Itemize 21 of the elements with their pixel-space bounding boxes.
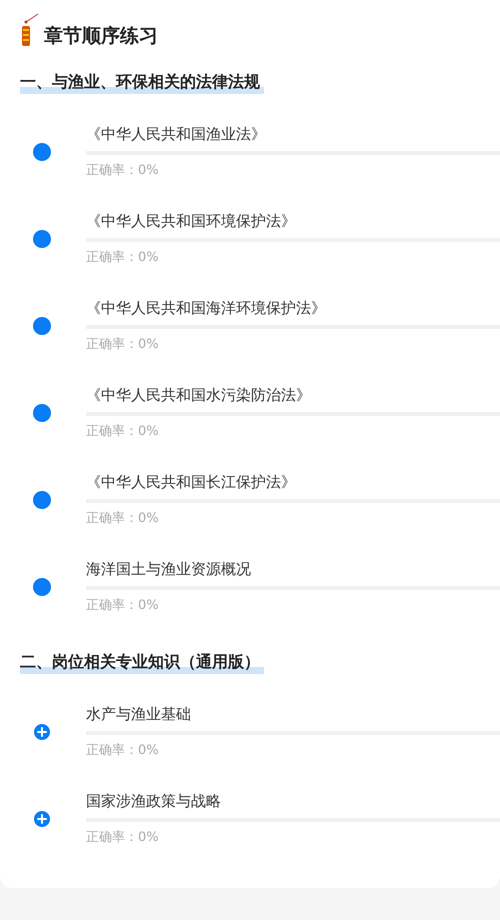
accuracy-text: 正确率：0% — [86, 249, 160, 267]
chapter-title[interactable]: 《中华人民共和国渔业法》 — [86, 122, 500, 145]
plus-circle-icon[interactable] — [34, 810, 50, 826]
chapter-title[interactable]: 海洋国土与渔业资源概况 — [86, 558, 500, 580]
chapter-title[interactable]: 国家涉渔政策与战略 — [86, 790, 500, 812]
chapter-title[interactable]: 《中华人民共和国长江保护法》 — [86, 470, 500, 493]
accuracy-text: 正确率：0% — [86, 336, 160, 354]
accuracy-text: 正确率：0% — [86, 510, 160, 528]
chapter-title[interactable]: 《中华人民共和国水污染防治法》 — [86, 384, 500, 406]
accuracy-text: 正确率：0% — [86, 597, 160, 615]
section-heading: 一、与渔业、环保相关的法律法规 — [20, 70, 264, 94]
chapter-title[interactable]: 《中华人民共和国海洋环境保护法》 — [86, 296, 500, 319]
accuracy-text: 正确率：0% — [86, 742, 160, 760]
section-heading: 二、岗位相关专业知识（通用版） — [20, 650, 264, 674]
page-title: 章节顺序练习 — [44, 24, 158, 48]
chapter-title[interactable]: 水产与渔业基础 — [86, 702, 500, 725]
plus-circle-icon[interactable] — [34, 724, 50, 740]
chapter-title[interactable]: 《中华人民共和国环境保护法》 — [86, 210, 500, 232]
accuracy-text: 正确率：0% — [86, 162, 160, 180]
accuracy-text: 正确率：0% — [86, 829, 160, 847]
accuracy-text: 正确率：0% — [86, 423, 160, 441]
